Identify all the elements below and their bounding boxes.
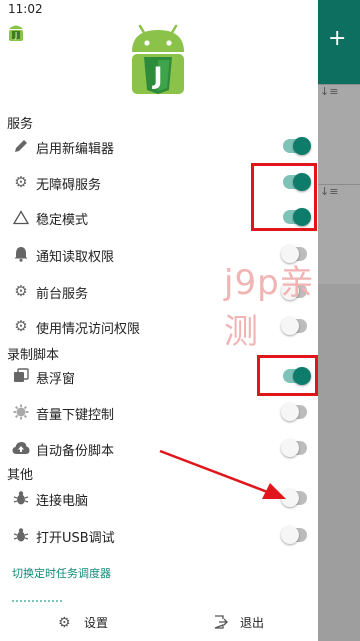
background-app-row: ↓≡ bbox=[318, 184, 360, 284]
setting-label: 音量下键控制 bbox=[36, 408, 115, 423]
setting-volume-down-control[interactable]: 音量下键控制 bbox=[0, 394, 318, 430]
app-small-logo-icon: J bbox=[9, 25, 23, 41]
app-logo-icon: J bbox=[132, 24, 184, 94]
exit-icon bbox=[214, 615, 230, 631]
setting-label: 悬浮窗 bbox=[36, 372, 76, 387]
background-app: + ↓≡ ↓≡ bbox=[318, 0, 360, 641]
setting-usb-debugging[interactable]: 打开USB调试 bbox=[0, 517, 318, 553]
setting-label: 自动备份脚本 bbox=[36, 444, 115, 459]
bug-icon bbox=[12, 526, 30, 544]
setting-label: 无障碍服务 bbox=[36, 178, 102, 193]
window-icon bbox=[12, 367, 30, 385]
background-app-row: ↓≡ bbox=[318, 84, 360, 184]
watermark-text: j9p亲测 bbox=[224, 263, 315, 352]
sort-icon: ↓≡ bbox=[320, 85, 339, 98]
settings-button[interactable]: ⚙ 设置 bbox=[58, 614, 108, 631]
cloud-upload-icon bbox=[12, 439, 30, 457]
gear-icon: ⚙ bbox=[14, 173, 28, 191]
add-icon: + bbox=[328, 26, 347, 51]
usb-debugging-toggle[interactable] bbox=[281, 526, 307, 544]
volume-down-control-toggle[interactable] bbox=[281, 403, 307, 421]
svg-text:J: J bbox=[152, 62, 163, 90]
setting-label: 使用情况访问权限 bbox=[36, 322, 141, 337]
svg-text:J: J bbox=[14, 31, 17, 40]
triangle-icon bbox=[12, 208, 30, 226]
setting-label: 打开USB调试 bbox=[36, 531, 115, 546]
settings-label: 设置 bbox=[84, 616, 109, 630]
background-app-toolbar: + bbox=[318, 0, 360, 84]
bell-icon bbox=[12, 245, 30, 263]
gear-icon: ⚙ bbox=[58, 615, 71, 631]
status-time: 11:02 bbox=[8, 2, 43, 16]
pencil-icon bbox=[12, 137, 30, 155]
annotation-box bbox=[251, 163, 317, 231]
setting-new-editor[interactable]: 启用新编辑器 bbox=[0, 128, 318, 164]
cog-icon bbox=[12, 403, 30, 421]
switch-scheduler-link[interactable]: 切换定时任务调度器 bbox=[12, 565, 111, 581]
setting-label: 通知读取权限 bbox=[36, 250, 115, 265]
bug-icon bbox=[12, 489, 30, 507]
setting-label: 稳定模式 bbox=[36, 213, 89, 228]
gear-icon: ⚙ bbox=[14, 317, 28, 335]
drawer-bottom-bar: ⚙ 设置 退出 bbox=[0, 604, 318, 641]
navigation-drawer: 11:02 J J 服务 录制脚本 其他 启用新编辑器 ⚙ 无障碍服务 稳定模式… bbox=[0, 0, 318, 641]
annotation-arrow-icon bbox=[159, 449, 286, 499]
sort-icon: ↓≡ bbox=[320, 185, 339, 198]
setting-label: 连接电脑 bbox=[36, 494, 89, 509]
gear-icon: ⚙ bbox=[14, 282, 28, 300]
new-editor-toggle[interactable] bbox=[283, 137, 311, 155]
annotation-box bbox=[257, 355, 318, 396]
setting-label: 启用新编辑器 bbox=[36, 142, 115, 157]
setting-label: 前台服务 bbox=[36, 287, 89, 302]
status-bar: 11:02 bbox=[0, 0, 318, 18]
exit-label: 退出 bbox=[240, 616, 265, 630]
exit-button[interactable]: 退出 bbox=[214, 614, 264, 631]
